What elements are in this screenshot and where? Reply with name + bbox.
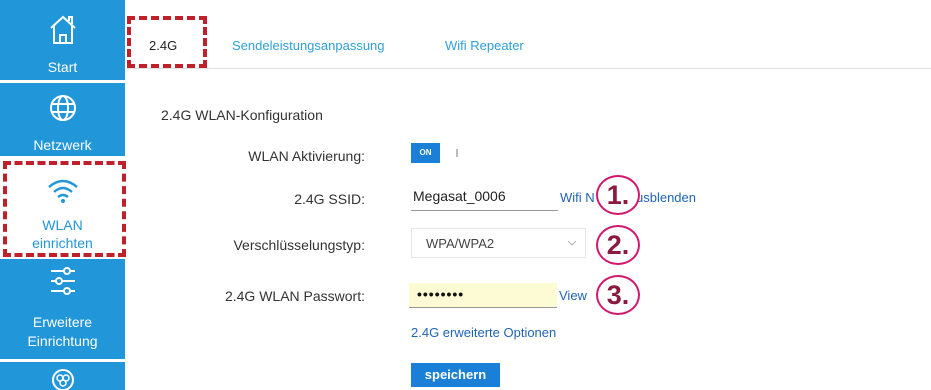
nav-label-erweitert-1: Erweitere (32, 314, 93, 330)
encryption-value: WPA/WPA2 (426, 236, 495, 251)
encryption-label: Verschlüsselungstyp: (233, 237, 365, 253)
ssid-label: 2.4G SSID: (294, 191, 365, 207)
tab-wifi-repeater[interactable]: Wifi Repeater (445, 38, 524, 54)
view-password-link[interactable]: View (559, 288, 587, 303)
tab-highlight-box (127, 16, 207, 68)
nav-label-erweitert-2: Einrichtung (27, 333, 98, 349)
nav-item-more[interactable] (0, 362, 125, 390)
globe-icon (49, 95, 76, 121)
step-badge-3: 3. (596, 275, 640, 315)
wlan-activation-label: WLAN Aktivierung: (248, 148, 365, 164)
password-label: 2.4G WLAN Passwort: (224, 288, 365, 304)
advanced-options-link[interactable]: 2.4G erweiterte Optionen (411, 325, 556, 340)
encryption-select[interactable]: WPA/WPA2 (411, 228, 586, 258)
flower-icon (51, 369, 74, 390)
step-badge-2-text: 2. (606, 230, 630, 260)
hide-ssid-link[interactable]: Wifi N usblenden (560, 190, 696, 205)
hide-ssid-link-start: Wifi N (560, 190, 595, 205)
nav-item-erweitert[interactable]: Erweitere Einrichtung (0, 259, 125, 359)
wlan-toggle[interactable]: ON (411, 143, 461, 163)
toggle-off-part (440, 143, 461, 163)
hide-ssid-link-end: usblenden (636, 190, 696, 205)
home-icon (49, 15, 76, 44)
tab-bar: 2.4G Sendeleistungsanpassung Wifi Repeat… (126, 0, 931, 69)
nav-label-start: Start (47, 59, 78, 75)
step-badge-2: 2. (596, 225, 640, 265)
nav-label-netzwerk: Netzwerk (33, 137, 92, 153)
password-input[interactable]: •••••••• (409, 283, 557, 308)
tab-sendeleistung[interactable]: Sendeleistungsanpassung (232, 38, 385, 54)
section-title: 2.4G WLAN-Konfiguration (161, 107, 323, 123)
step-badge-3-text: 3. (606, 280, 630, 310)
chevron-down-icon (567, 240, 577, 246)
wlan-highlight-box (3, 161, 126, 257)
step-badge-1: 1. (596, 175, 640, 215)
toggle-on-label: ON (411, 143, 440, 163)
step-badge-1-text: 1. (606, 180, 630, 210)
password-mask: •••••••• (417, 286, 465, 302)
ssid-input[interactable] (411, 182, 558, 211)
nav-item-start[interactable]: Start (0, 0, 125, 80)
nav-item-netzwerk[interactable]: Netzwerk (0, 83, 125, 156)
save-button[interactable]: speichern (411, 363, 500, 387)
sliders-icon (50, 267, 75, 295)
